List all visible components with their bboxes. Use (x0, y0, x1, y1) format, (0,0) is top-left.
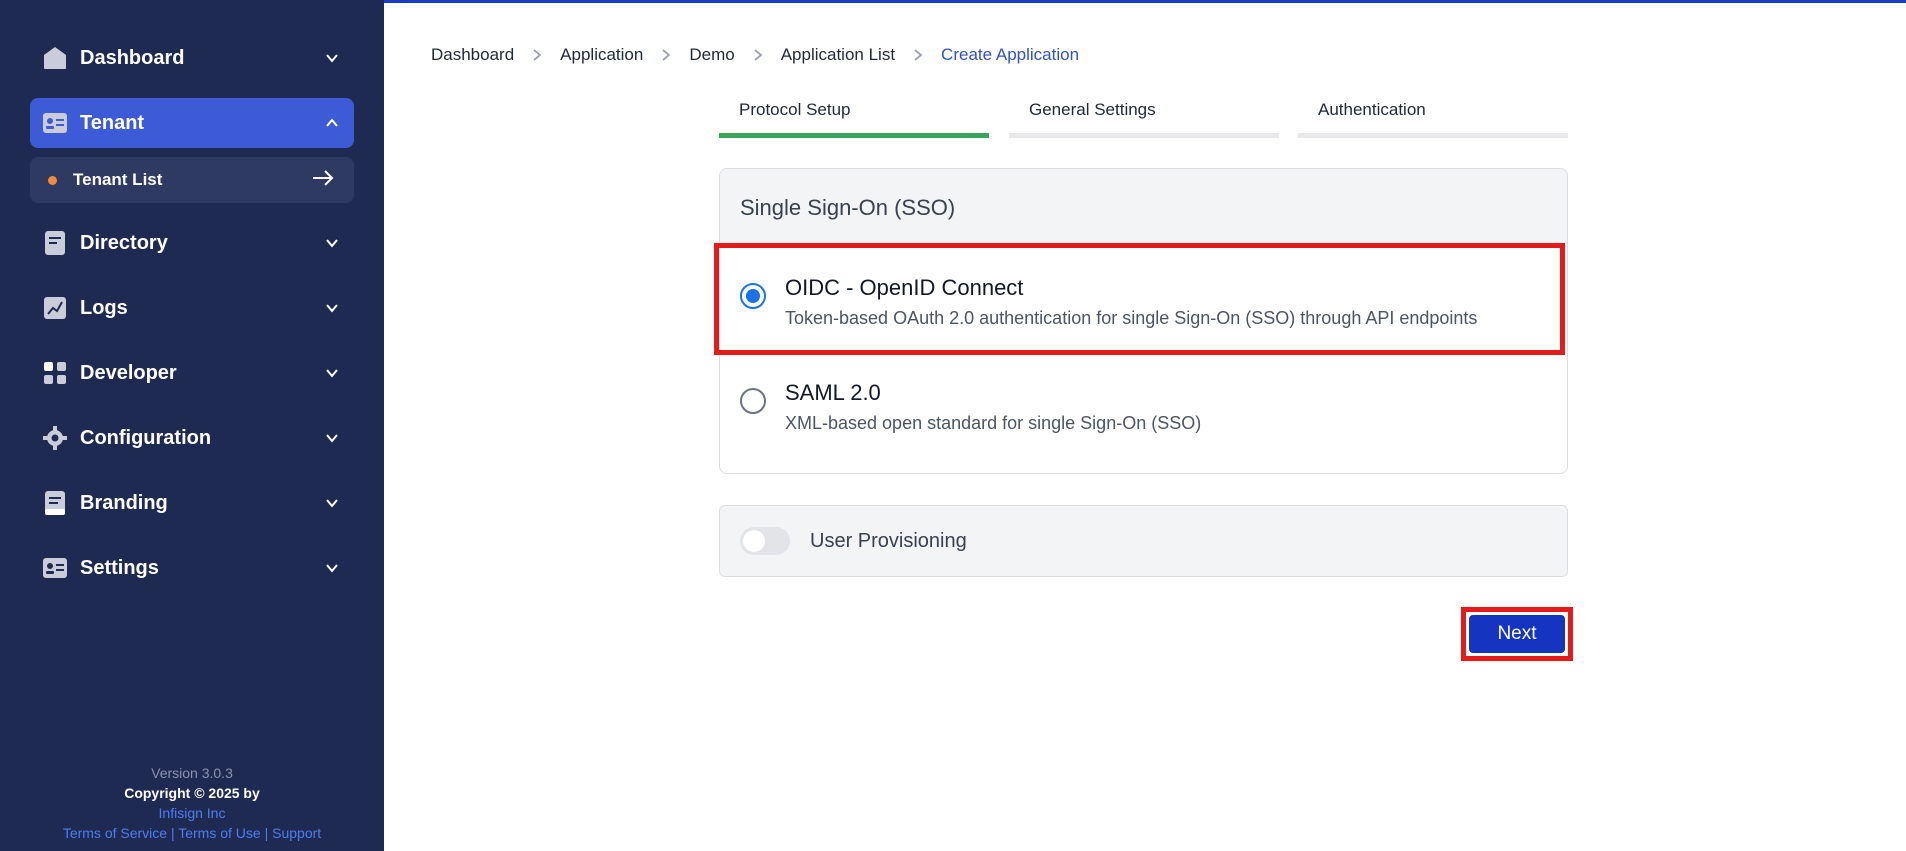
chevron-right-icon (913, 48, 923, 62)
option-description: Token-based OAuth 2.0 authentication for… (785, 308, 1478, 328)
chevron-down-icon (322, 298, 342, 318)
option-saml[interactable]: SAML 2.0 XML-based open standard for sin… (720, 358, 1567, 450)
sidebar-item-logs[interactable]: Logs (30, 283, 354, 333)
support-link[interactable]: Support (272, 825, 321, 841)
terms-of-use-link[interactable]: Terms of Use (178, 825, 260, 841)
sidebar-subitem-label: Tenant List (73, 170, 163, 189)
chevron-right-icon (661, 48, 671, 62)
chart-icon (42, 295, 68, 321)
chevron-down-icon (322, 493, 342, 513)
breadcrumb-dashboard[interactable]: Dashboard (431, 45, 514, 65)
arrow-right-icon (312, 169, 334, 191)
breadcrumb-application[interactable]: Application (560, 45, 643, 65)
sidebar-item-developer[interactable]: Developer (30, 348, 354, 398)
sidebar-item-label: Developer (80, 361, 177, 384)
option-oidc[interactable]: OIDC - OpenID Connect Token-based OAuth … (720, 253, 1567, 345)
chevron-up-icon (322, 113, 342, 133)
user-provisioning-label: User Provisioning (810, 529, 967, 552)
branding-icon (42, 490, 68, 516)
sidebar-item-branding[interactable]: Branding (30, 478, 354, 528)
chevron-down-icon (322, 233, 342, 253)
sidebar-item-label: Configuration (80, 426, 212, 449)
chevron-right-icon (532, 48, 542, 62)
sso-title: Single Sign-On (SSO) (720, 169, 1567, 247)
option-title: SAML 2.0 (785, 380, 881, 405)
sidebar: Dashboard Tenant Tenant List Directory L… (0, 0, 384, 851)
footer-separator: | (170, 825, 175, 841)
sidebar-footer: Version 3.0.3 Copyright © 2025 by Infisi… (0, 763, 384, 843)
sidebar-item-configuration[interactable]: Configuration (30, 413, 354, 463)
footer-separator: | (264, 825, 269, 841)
tab-label: Protocol Setup (739, 100, 851, 119)
tab-label: General Settings (1029, 100, 1156, 119)
toggle-knob (743, 530, 765, 552)
chevron-right-icon (753, 48, 763, 62)
id-card-icon (42, 555, 68, 581)
document-icon (42, 230, 68, 256)
copyright-text: Copyright © 2025 by (124, 785, 260, 801)
chevron-down-icon (322, 428, 342, 448)
company-link[interactable]: Infisign Inc (0, 803, 384, 823)
version-text: Version 3.0.3 (151, 765, 233, 781)
user-provisioning-toggle[interactable] (740, 527, 790, 555)
top-accent-line (384, 0, 1906, 3)
sidebar-item-label: Logs (80, 296, 128, 319)
sidebar-item-label: Branding (80, 491, 168, 514)
terms-of-service-link[interactable]: Terms of Service (63, 825, 167, 841)
footer-links: Terms of Service | Terms of Use | Suppor… (0, 823, 384, 843)
tab-general-settings[interactable]: General Settings (1009, 100, 1279, 138)
breadcrumb-application-list[interactable]: Application List (781, 45, 895, 65)
tab-label: Authentication (1318, 100, 1426, 119)
breadcrumb: Dashboard Application Demo Application L… (431, 45, 1079, 65)
tab-protocol-setup[interactable]: Protocol Setup (719, 100, 989, 138)
home-icon (42, 45, 68, 71)
sso-card: Single Sign-On (SSO) OIDC - OpenID Conne… (719, 168, 1568, 474)
breadcrumb-create-application: Create Application (941, 45, 1080, 64)
next-button[interactable]: Next (1469, 615, 1565, 653)
tab-authentication[interactable]: Authentication (1298, 100, 1568, 138)
breadcrumb-demo[interactable]: Demo (689, 45, 734, 65)
bullet-dot-icon (48, 175, 57, 185)
sidebar-item-label: Tenant (80, 111, 145, 134)
oidc-radio[interactable] (740, 283, 766, 309)
id-card-icon (42, 110, 68, 136)
chevron-down-icon (322, 558, 342, 578)
chevron-down-icon (322, 48, 342, 68)
tab-progress-bar (1009, 133, 1279, 138)
tab-progress-bar (1298, 133, 1568, 138)
highlight-box: Next (1461, 607, 1573, 661)
sidebar-item-directory[interactable]: Directory (30, 218, 354, 268)
tab-progress-bar (719, 133, 989, 138)
sidebar-item-dashboard[interactable]: Dashboard (30, 33, 354, 83)
sidebar-item-label: Dashboard (80, 46, 185, 69)
sidebar-item-settings[interactable]: Settings (30, 543, 354, 593)
sidebar-item-label: Directory (80, 231, 168, 254)
gear-icon (42, 425, 68, 451)
sidebar-item-label: Settings (80, 556, 159, 579)
sidebar-subitem-tenant-list[interactable]: Tenant List (30, 157, 354, 203)
option-description: XML-based open standard for single Sign-… (785, 413, 1202, 433)
saml-radio[interactable] (740, 388, 766, 414)
user-provisioning-row: User Provisioning (719, 505, 1568, 577)
grid-icon (42, 360, 68, 386)
chevron-down-icon (322, 363, 342, 383)
option-title: OIDC - OpenID Connect (785, 275, 1024, 300)
sidebar-item-tenant[interactable]: Tenant (30, 98, 354, 148)
